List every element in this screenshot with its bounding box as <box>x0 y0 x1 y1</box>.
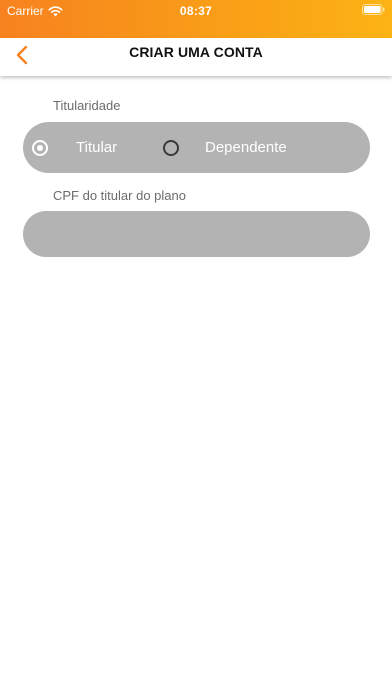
status-time: 08:37 <box>179 4 213 18</box>
radio-label-dependente: Dependente <box>205 139 287 156</box>
radio-option-titular[interactable]: Titular <box>32 122 117 173</box>
page-title: CRIAR UMA CONTA <box>129 44 263 60</box>
battery-icon <box>362 4 385 15</box>
status-bar: Carrier 08:37 <box>0 0 392 38</box>
radio-unselected-icon[interactable] <box>163 139 179 156</box>
navigation-bar: CRIAR UMA CONTA <box>0 38 392 76</box>
radio-option-dependente[interactable]: Dependente <box>163 122 287 173</box>
titularidade-radio-group: Titular Dependente <box>23 122 370 173</box>
cpf-label: CPF do titular do plano <box>53 188 186 203</box>
cpf-input[interactable] <box>23 211 370 257</box>
radio-selected-icon[interactable] <box>32 139 48 156</box>
radio-label-titular: Titular <box>76 139 118 156</box>
titularidade-label: Titularidade <box>53 98 121 113</box>
